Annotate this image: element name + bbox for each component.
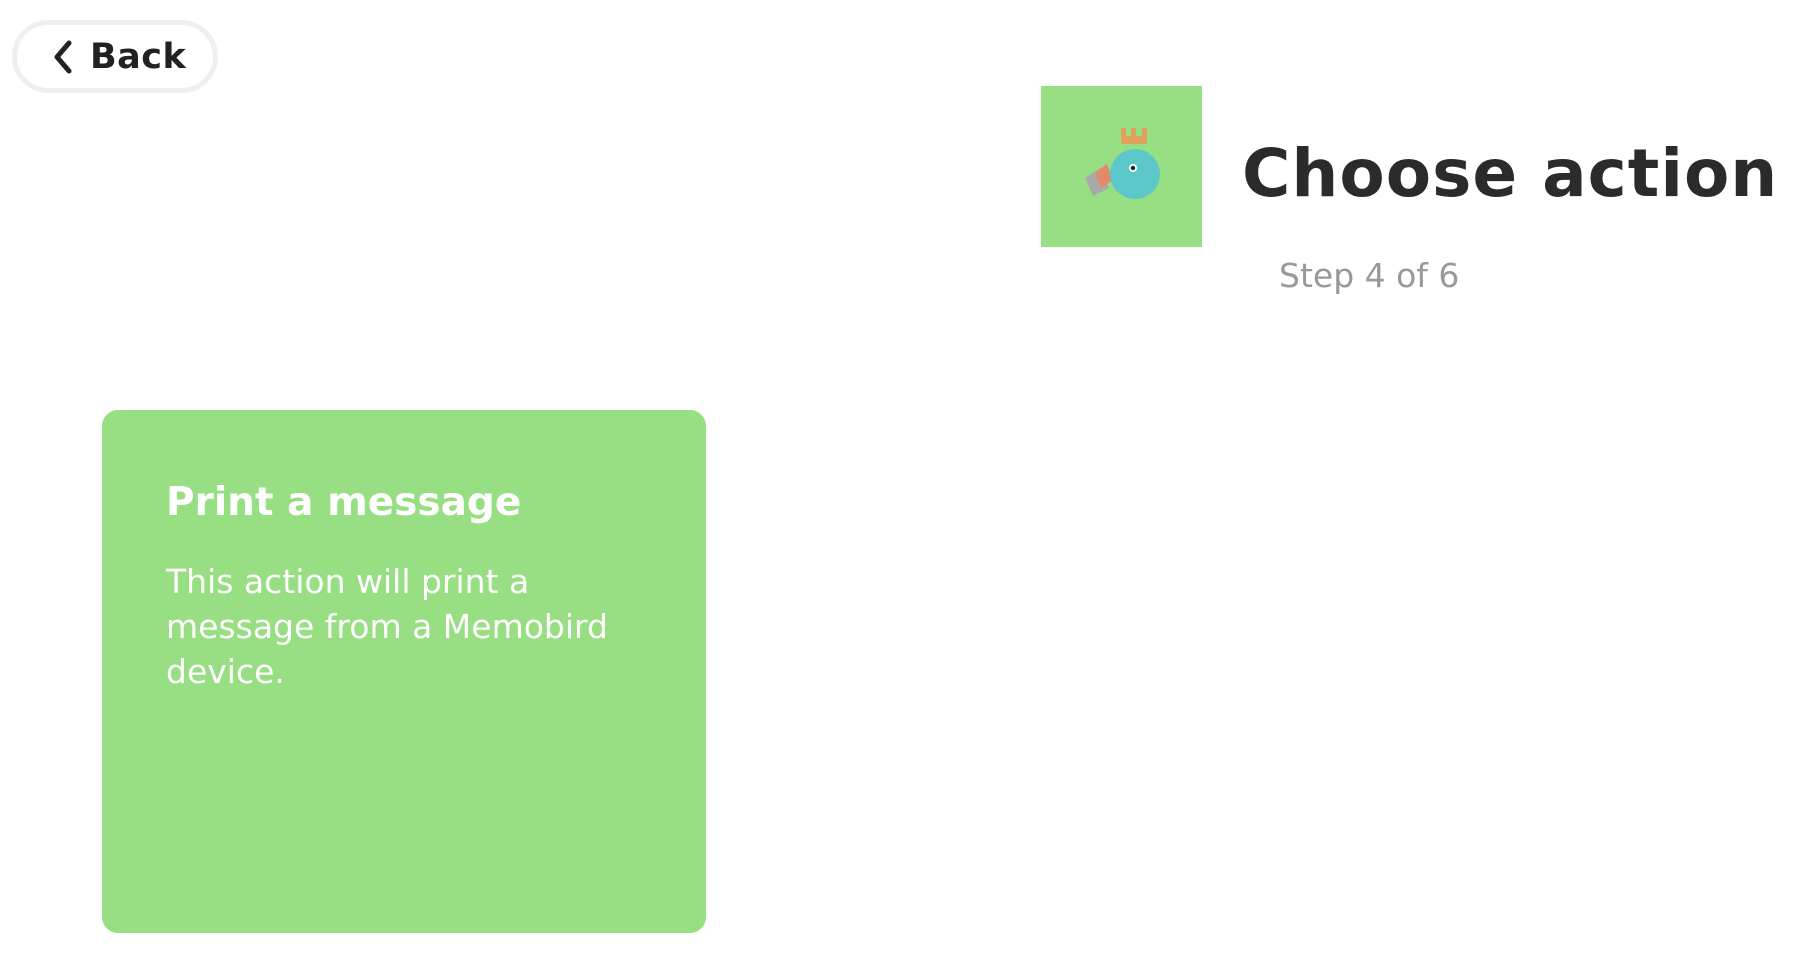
action-title: Print a message xyxy=(166,480,522,525)
step-indicator: Step 4 of 6 xyxy=(1279,256,1460,295)
action-description: This action will print a message from a … xyxy=(166,562,608,691)
page-title: Choose action xyxy=(1242,135,1779,212)
memobird-bird-icon xyxy=(1041,84,1202,249)
chevron-left-icon xyxy=(52,40,74,74)
back-button[interactable]: Back xyxy=(12,20,218,93)
page: Back Choose action Step 4 of 6 Print a m… xyxy=(0,0,1794,980)
action-card-print-message[interactable]: Print a message This action will print a… xyxy=(102,410,706,933)
service-logo xyxy=(1041,86,1202,247)
back-button-label: Back xyxy=(90,36,187,77)
